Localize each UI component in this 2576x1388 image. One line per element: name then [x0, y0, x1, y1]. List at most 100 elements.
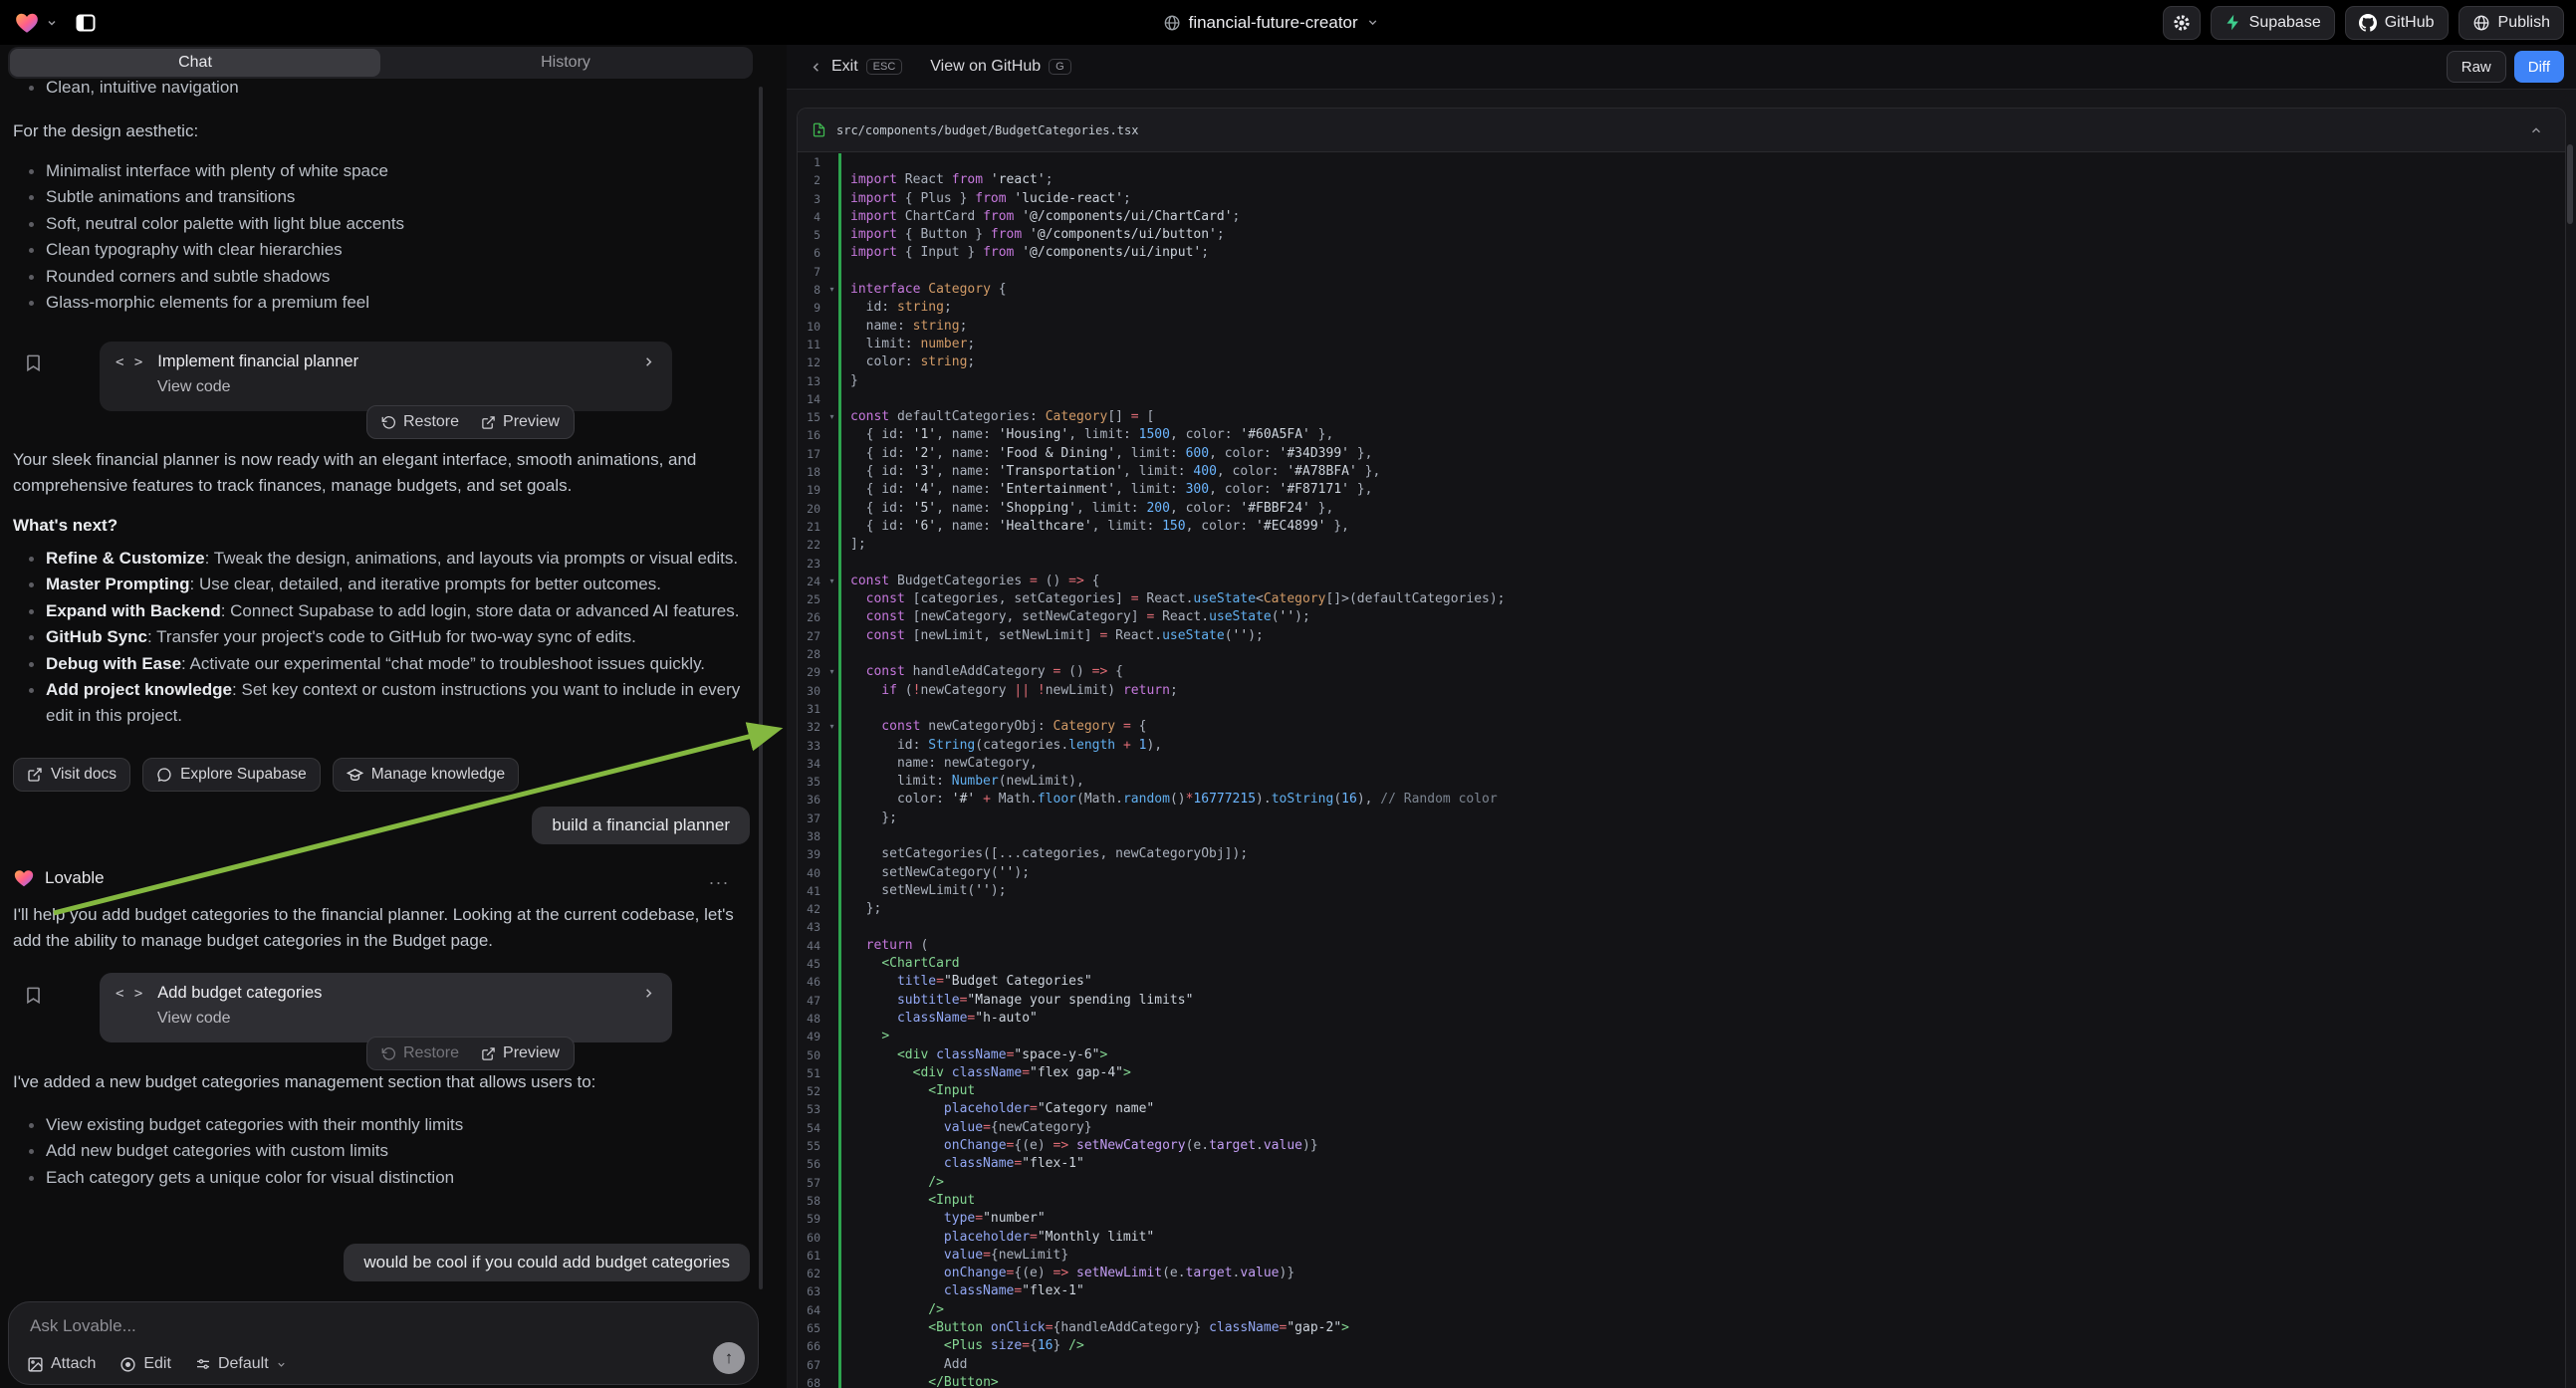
line-number: 33 [798, 737, 825, 755]
publish-label: Publish [2498, 14, 2550, 32]
project-globe-icon [1163, 14, 1181, 32]
lovable-logo-heart-icon[interactable] [14, 10, 40, 36]
code-line: 2import React from 'react'; [798, 171, 2565, 189]
fold-gutter [825, 845, 838, 863]
diff-toggle-button[interactable]: Diff [2514, 51, 2564, 83]
publish-button[interactable]: Publish [2459, 6, 2564, 40]
list-item: Debug with Ease: Activate our experiment… [13, 651, 750, 677]
code-scrollbar[interactable] [2567, 144, 2573, 224]
restore-button[interactable]: Restore [381, 413, 459, 431]
list-item: Glass-morphic elements for a premium fee… [13, 290, 737, 316]
github-button[interactable]: GitHub [2345, 6, 2449, 40]
code-text: limit: Number(newLimit), [841, 773, 1084, 791]
list-item: Minimalist interface with plenty of whit… [13, 158, 737, 184]
code-text: className="flex-1" [841, 1155, 1084, 1173]
line-number: 48 [798, 1010, 825, 1028]
chevron-down-icon [276, 1359, 287, 1370]
code-text [841, 263, 850, 281]
fold-gutter [825, 937, 838, 955]
fold-gutter [825, 336, 838, 353]
view-code-link[interactable]: View code [116, 378, 656, 396]
line-number: 68 [798, 1374, 825, 1388]
code-text: className="h-auto" [841, 1010, 1038, 1028]
code-text: interface Category { [841, 281, 1007, 299]
attach-button[interactable]: Attach [27, 1355, 96, 1373]
message-menu-button[interactable]: ... [709, 868, 730, 889]
code-line: 4import ChartCard from '@/components/ui/… [798, 208, 2565, 226]
chat-scrollbar[interactable] [759, 87, 763, 1289]
code-text [841, 555, 850, 573]
restore-button-disabled[interactable]: Restore [381, 1044, 459, 1062]
fold-gutter [825, 463, 838, 481]
collapse-file-button[interactable] [2521, 116, 2551, 145]
exit-button[interactable]: Exit ESC [809, 58, 902, 76]
fold-gutter [825, 263, 838, 281]
bookmark-icon[interactable] [24, 353, 43, 372]
code-text: import { Button } from '@/components/ui/… [841, 226, 1225, 244]
tab-history[interactable]: History [380, 49, 751, 77]
supabase-button[interactable]: Supabase [2211, 6, 2335, 40]
view-code-link[interactable]: View code [116, 1010, 656, 1028]
code-text: } [841, 372, 858, 390]
tab-chat[interactable]: Chat [10, 49, 380, 77]
preview-button[interactable]: Preview [481, 1044, 560, 1062]
code-line: 57 /> [798, 1174, 2565, 1192]
file-path-bar[interactable]: src/components/budget/BudgetCategories.t… [798, 109, 2565, 152]
fold-gutter [825, 1282, 838, 1300]
code-line: 63 className="flex-1" [798, 1282, 2565, 1300]
list-item: Add new budget categories with custom li… [13, 1138, 737, 1164]
line-number: 6 [798, 244, 825, 262]
explore-supabase-button[interactable]: Explore Supabase [142, 758, 321, 792]
fold-chevron-icon[interactable]: ▾ [825, 573, 838, 590]
toggle-sidebar-button[interactable] [74, 11, 98, 35]
settings-button[interactable] [2163, 6, 2201, 40]
code-line: 50 <div className="space-y-6"> [798, 1046, 2565, 1064]
code-line: 26 const [newCategory, setNewCategory] =… [798, 608, 2565, 626]
code-text: <div className="space-y-6"> [841, 1046, 1107, 1064]
fold-gutter [825, 1356, 838, 1374]
edit-mode-button[interactable]: Edit [119, 1355, 171, 1373]
version-card-add-budget-categories[interactable]: < > Add budget categories View code [100, 973, 672, 1042]
fold-gutter [825, 590, 838, 608]
project-switcher[interactable]: financial-future-creator [1163, 0, 1379, 45]
code-line: 64 /> [798, 1301, 2565, 1319]
code-text: placeholder="Monthly limit" [841, 1229, 1154, 1247]
line-number: 51 [798, 1064, 825, 1082]
code-line: 16 { id: '1', name: 'Housing', limit: 15… [798, 426, 2565, 444]
fold-gutter [825, 1210, 838, 1228]
send-button[interactable]: ↑ [713, 1342, 745, 1374]
visit-docs-button[interactable]: Visit docs [13, 758, 130, 792]
chevron-down-icon[interactable] [46, 17, 58, 29]
fold-gutter [825, 208, 838, 226]
code-text [841, 390, 850, 408]
fold-gutter [825, 1319, 838, 1337]
code-line: 42 }; [798, 900, 2565, 918]
manage-knowledge-button[interactable]: Manage knowledge [333, 758, 519, 792]
line-number: 50 [798, 1046, 825, 1064]
bookmark-icon[interactable] [24, 986, 43, 1005]
fold-gutter [825, 791, 838, 809]
whats-next-list: Refine & Customize: Tweak the design, an… [13, 546, 750, 730]
fold-chevron-icon[interactable]: ▾ [825, 718, 838, 736]
model-mode-select[interactable]: Default [195, 1355, 287, 1373]
visit-docs-label: Visit docs [51, 766, 117, 784]
preview-button[interactable]: Preview [481, 413, 560, 431]
raw-toggle-button[interactable]: Raw [2447, 51, 2506, 83]
line-number: 7 [798, 263, 825, 281]
manage-knowledge-label: Manage knowledge [371, 766, 505, 784]
version-card-title: Add budget categories [157, 984, 322, 1003]
fold-chevron-icon[interactable]: ▾ [825, 663, 838, 681]
fold-chevron-icon[interactable]: ▾ [825, 408, 838, 426]
line-number: 44 [798, 937, 825, 955]
fold-gutter [825, 682, 838, 700]
code-line: 25 const [categories, setCategories] = R… [798, 590, 2565, 608]
chat-bubble-icon [156, 767, 172, 783]
code-line: 14 [798, 390, 2565, 408]
code-text [841, 918, 850, 936]
prompt-input-box[interactable]: Ask Lovable... Attach Edit [8, 1301, 759, 1385]
fold-chevron-icon[interactable]: ▾ [825, 281, 838, 299]
code-text: const BudgetCategories = () => { [841, 573, 1099, 590]
fold-gutter [825, 645, 838, 663]
view-on-github-button[interactable]: View on GitHub G [930, 58, 1070, 76]
version-card-implement-financial-planner[interactable]: < > Implement financial planner View cod… [100, 342, 672, 411]
